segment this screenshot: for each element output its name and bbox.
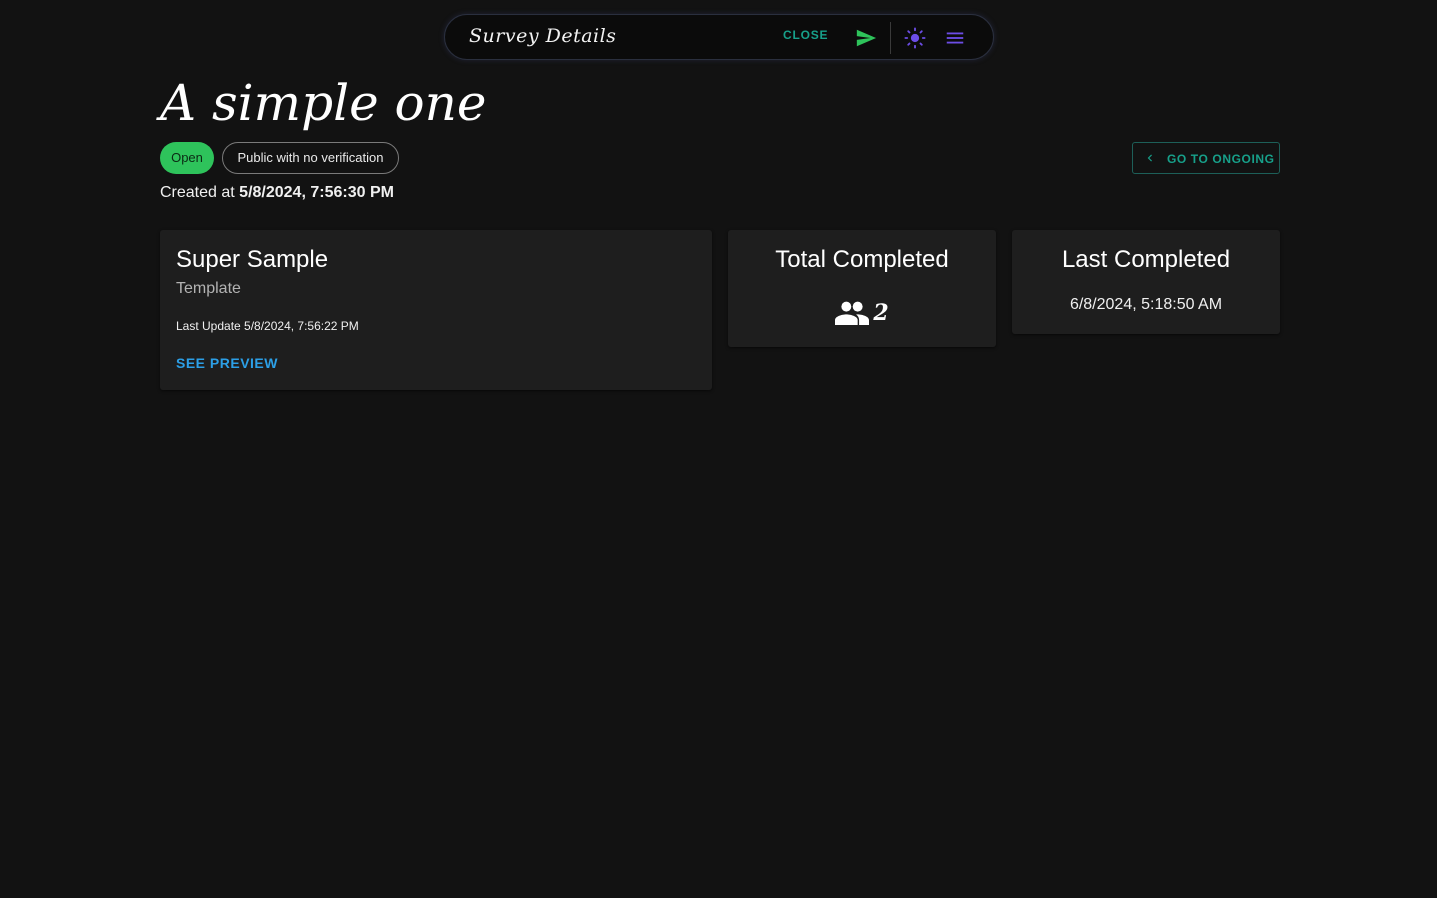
chevron-left-icon: [1147, 154, 1152, 162]
total-completed-count: 2: [873, 300, 889, 326]
toolbar-divider: [890, 22, 891, 54]
visibility-badge: Public with no verification: [222, 142, 399, 174]
survey-title: A simple one: [160, 74, 487, 132]
total-completed-card: Total Completed 2: [728, 230, 996, 347]
sample-card: Super Sample Template Last Update 5/8/20…: [160, 230, 712, 390]
total-completed-title: Total Completed: [775, 246, 949, 273]
send-icon[interactable]: [855, 27, 877, 49]
sample-name: Super Sample: [176, 246, 329, 273]
sample-subtitle: Template: [176, 280, 241, 297]
top-app-bar: Survey Details CLOSE: [444, 14, 994, 60]
created-at: Created at 5/8/2024, 7:56:30 PM: [160, 184, 394, 202]
total-completed-value-row: 2: [728, 300, 996, 326]
theme-sun-icon[interactable]: [904, 27, 926, 49]
people-icon: [835, 301, 870, 326]
last-completed-card: Last Completed 6/8/2024, 5:18:50 AM: [1012, 230, 1280, 334]
go-to-ongoing-button[interactable]: GO TO ONGOING: [1132, 142, 1280, 174]
close-button[interactable]: CLOSE: [783, 28, 828, 42]
menu-icon[interactable]: [944, 27, 966, 49]
last-completed-title: Last Completed: [1061, 246, 1231, 273]
app-bar-title: Survey Details: [469, 25, 617, 47]
go-to-ongoing-label: GO TO ONGOING: [1167, 152, 1275, 166]
sample-last-update: Last Update 5/8/2024, 7:56:22 PM: [176, 319, 359, 333]
status-badge: Open: [160, 142, 214, 174]
created-value: 5/8/2024, 7:56:30 PM: [239, 184, 394, 201]
last-completed-value: 6/8/2024, 5:18:50 AM: [1069, 296, 1223, 313]
see-preview-button[interactable]: SEE PREVIEW: [176, 355, 278, 371]
created-label: Created at: [160, 184, 235, 201]
